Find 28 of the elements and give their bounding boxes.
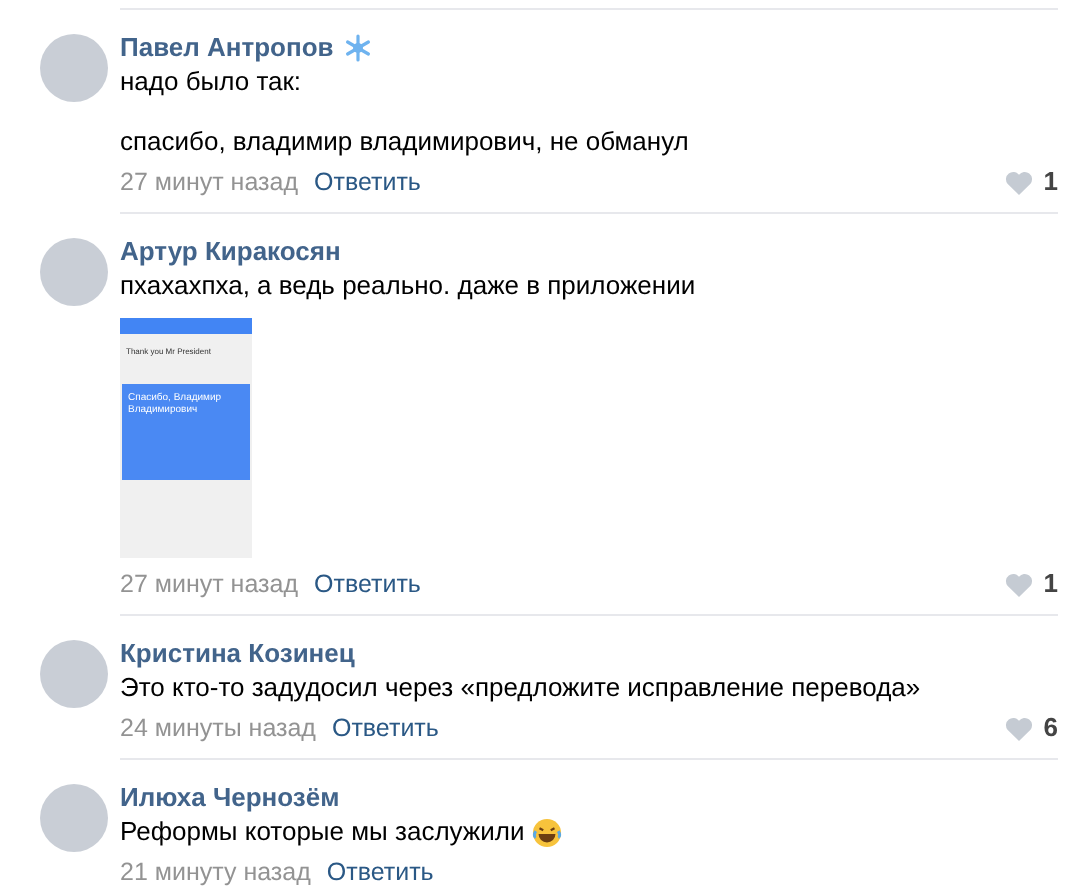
like-count: 1 [1043, 566, 1058, 602]
avatar[interactable] [40, 238, 108, 306]
timestamp[interactable]: 27 минут назад [120, 164, 298, 200]
avatar[interactable] [40, 34, 108, 102]
comment-text: спасибо, владимир владимирович, не обманул [120, 126, 691, 158]
app-toolbar [120, 318, 252, 334]
reply-link[interactable]: Ответить [314, 566, 421, 602]
author-name[interactable]: Павел Антропов [120, 30, 334, 66]
comment-text: пхахахпха, а ведь реально. даже в приложении [120, 270, 698, 302]
author-name[interactable]: Артур Киракосян [120, 234, 341, 270]
reply-link[interactable]: Ответить [326, 854, 434, 888]
comment-text: надо было так: [120, 66, 304, 98]
reply-link[interactable]: Ответить [331, 710, 439, 746]
like-count: 1 [1043, 164, 1058, 200]
timestamp[interactable]: 21 минуту назад [120, 854, 311, 888]
author-name[interactable]: Кристина Козинец [120, 636, 355, 672]
avatar[interactable] [40, 640, 108, 708]
timestamp[interactable]: 27 минут назад [120, 566, 298, 602]
author-name[interactable]: Илюха Чернозём [120, 780, 340, 816]
avatar[interactable] [40, 784, 108, 852]
comment-text: Это кто-то задудосил через «предложите исправление перевода» [120, 672, 923, 704]
like-count: 6 [1043, 710, 1058, 746]
comment-text: Реформы которые мы заслужили [120, 816, 525, 848]
reply-link[interactable]: Ответить [314, 164, 421, 200]
heart-icon[interactable] [1003, 571, 1034, 597]
heart-icon[interactable] [1003, 169, 1034, 195]
heart-icon[interactable] [1003, 715, 1034, 741]
timestamp[interactable]: 24 минуты назад [120, 710, 316, 746]
